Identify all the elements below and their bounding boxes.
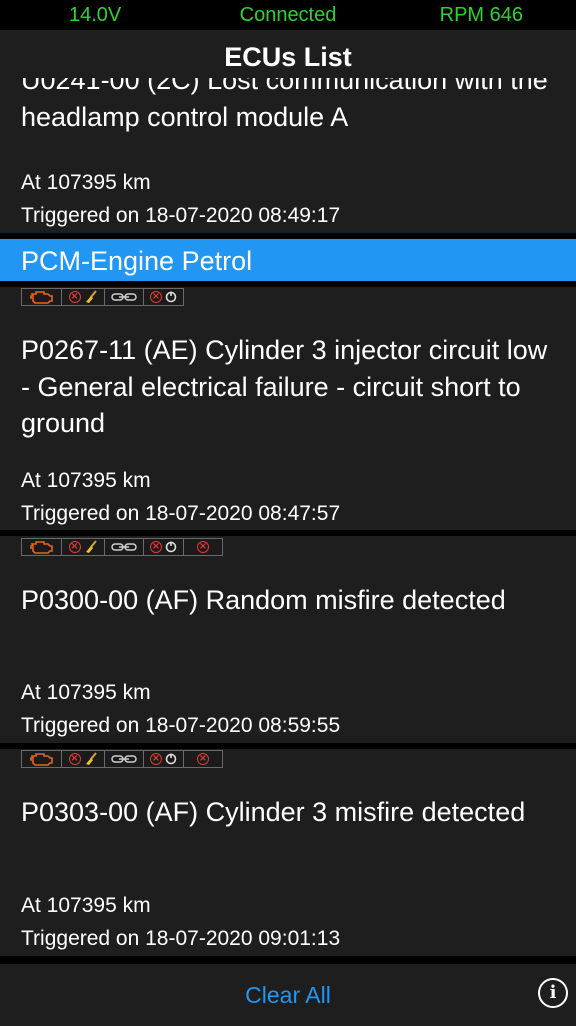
clear-all-button[interactable]: Clear All xyxy=(0,964,576,1026)
dtc-description: P0300-00 (AF) Random misfire detected xyxy=(21,585,506,615)
check-engine-icon[interactable] xyxy=(21,538,62,556)
bottom-toolbar: Clear All i xyxy=(0,962,576,1024)
ecu-group-header[interactable]: PCM-Engine Petrol xyxy=(0,239,576,281)
page-title: ECUs List xyxy=(0,30,576,78)
error-x-icon: × xyxy=(150,753,162,765)
divider xyxy=(0,530,576,536)
dtc-action-badges: × × × xyxy=(21,538,223,556)
list-item[interactable]: P0303-00 (AF) Cylinder 3 misfire detecte… xyxy=(0,778,576,958)
dtc-list[interactable]: U0241-00 (2C) Lost communication with th… xyxy=(0,78,576,962)
rpm-readout: RPM 646 xyxy=(439,4,523,26)
dtc-timestamp: Triggered on 18-07-2020 08:49:17 xyxy=(21,204,341,227)
error-x-icon: × xyxy=(150,541,162,553)
stop-ecu-button[interactable]: × xyxy=(143,288,184,306)
dtc-timestamp: Triggered on 18-07-2020 08:59:55 xyxy=(21,714,341,737)
clear-codes-button[interactable]: × xyxy=(61,538,105,556)
dtc-description: U0241-00 (2C) Lost communication with th… xyxy=(21,78,548,132)
clear-broom-icon xyxy=(85,540,97,553)
divider xyxy=(0,743,576,749)
error-x-icon: × xyxy=(68,753,81,765)
clear-codes-button[interactable]: × xyxy=(61,750,105,768)
error-x-icon: × xyxy=(197,753,209,765)
divider xyxy=(0,281,576,287)
dtc-mileage: At 107395 km xyxy=(21,894,151,917)
error-x-icon: × xyxy=(150,291,162,303)
clear-broom-icon xyxy=(85,290,97,303)
error-x-icon: × xyxy=(68,291,81,303)
dtc-mileage: At 107395 km xyxy=(21,171,151,194)
chain-link-icon[interactable] xyxy=(104,288,144,306)
status-bar: 14.0V Connected RPM 646 xyxy=(0,0,576,30)
stop-icon xyxy=(165,753,177,765)
error-x-icon: × xyxy=(68,541,81,553)
clear-broom-icon xyxy=(85,752,97,765)
stop-ecu-button[interactable]: × xyxy=(143,538,184,556)
dtc-mileage: At 107395 km xyxy=(21,469,151,492)
dtc-mileage: At 107395 km xyxy=(21,681,151,704)
dtc-action-badges: × × × xyxy=(21,750,223,768)
error-x-icon: × xyxy=(197,541,209,553)
delete-dtc-button[interactable]: × xyxy=(183,538,223,556)
stop-ecu-button[interactable]: × xyxy=(143,750,184,768)
stop-icon xyxy=(165,541,177,553)
check-engine-icon[interactable] xyxy=(21,288,62,306)
chain-link-icon[interactable] xyxy=(104,750,144,768)
check-engine-icon[interactable] xyxy=(21,750,62,768)
chain-link-icon[interactable] xyxy=(104,538,144,556)
ecu-action-badges: × × xyxy=(21,288,184,306)
list-item[interactable]: U0241-00 (2C) Lost communication with th… xyxy=(0,78,576,227)
list-item[interactable]: P0300-00 (AF) Random misfire detected At… xyxy=(0,566,576,741)
list-item[interactable]: P0267-11 (AE) Cylinder 3 injector circui… xyxy=(0,318,576,527)
dtc-description: P0303-00 (AF) Cylinder 3 misfire detecte… xyxy=(21,797,526,827)
dtc-timestamp: Triggered on 18-07-2020 09:01:13 xyxy=(21,927,341,950)
stop-icon xyxy=(165,291,177,303)
delete-dtc-button[interactable]: × xyxy=(183,750,223,768)
dtc-description: P0267-11 (AE) Cylinder 3 injector circui… xyxy=(21,335,548,438)
clear-codes-button[interactable]: × xyxy=(61,288,105,306)
dtc-timestamp: Triggered on 18-07-2020 08:47:57 xyxy=(21,502,341,525)
info-icon[interactable]: i xyxy=(538,978,568,1008)
